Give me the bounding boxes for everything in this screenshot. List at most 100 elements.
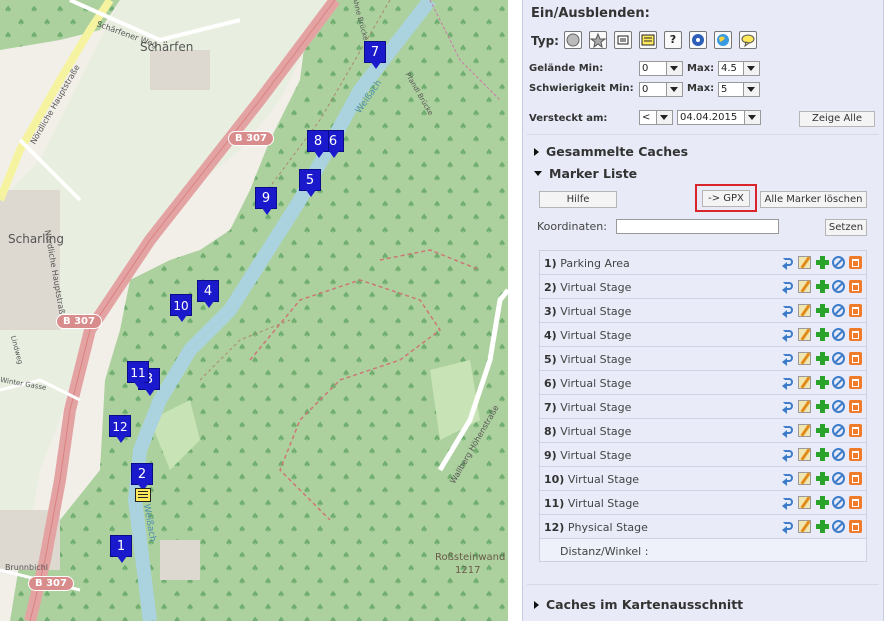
goto-icon[interactable] [782, 376, 795, 390]
delete-all-markers-button[interactable]: Alle Marker löschen [760, 191, 867, 208]
edit-icon[interactable] [798, 424, 811, 437]
edit-icon[interactable] [798, 304, 811, 317]
delete-icon[interactable] [849, 352, 862, 365]
virtual-cache-icon[interactable] [589, 31, 607, 49]
map-marker-2[interactable]: 2 [131, 463, 153, 491]
hidden-date-select[interactable]: 04.04.2015 [677, 110, 761, 125]
delete-icon[interactable] [849, 304, 862, 317]
hide-icon[interactable] [832, 400, 845, 413]
coordinates-input[interactable] [616, 219, 779, 234]
edit-icon[interactable] [798, 328, 811, 341]
goto-icon[interactable] [782, 472, 795, 486]
edit-icon[interactable] [798, 376, 811, 389]
delete-icon[interactable] [849, 472, 862, 485]
edit-icon[interactable] [798, 352, 811, 365]
event-cache-icon[interactable] [739, 31, 757, 49]
delete-icon[interactable] [849, 496, 862, 509]
edit-icon[interactable] [798, 520, 811, 533]
add-icon[interactable] [816, 280, 829, 293]
traditional-cache-icon[interactable] [564, 31, 582, 49]
add-icon[interactable] [816, 256, 829, 269]
add-icon[interactable] [816, 352, 829, 365]
delete-icon[interactable] [849, 376, 862, 389]
goto-icon[interactable] [782, 496, 795, 510]
add-icon[interactable] [816, 328, 829, 341]
difficulty-max-select[interactable]: 5 [718, 82, 760, 97]
goto-icon[interactable] [782, 280, 795, 294]
marker-list-toggle[interactable]: Marker Liste [534, 166, 637, 181]
letterbox-cache-icon[interactable] [639, 31, 657, 49]
map-marker-8[interactable]: 8 [307, 130, 329, 158]
webcam-cache-icon[interactable] [689, 31, 707, 49]
edit-icon[interactable] [798, 280, 811, 293]
map-marker-7[interactable]: 7 [364, 41, 386, 69]
map-marker-12[interactable]: 12 [109, 415, 131, 443]
delete-icon[interactable] [849, 280, 862, 293]
goto-icon[interactable] [782, 424, 795, 438]
hide-icon[interactable] [832, 448, 845, 461]
terrain-min-select[interactable]: 0 [639, 61, 683, 76]
list-item-label: 8) Virtual Stage [544, 425, 631, 438]
add-icon[interactable] [816, 376, 829, 389]
mystery-cache-icon[interactable]: ? [664, 31, 682, 49]
goto-icon[interactable] [782, 304, 795, 318]
terrain-max-select[interactable]: 4.5 [718, 61, 760, 76]
goto-icon[interactable] [782, 352, 795, 366]
show-all-button[interactable]: Zeige Alle [799, 111, 875, 127]
hide-icon[interactable] [832, 304, 845, 317]
multi-cache-icon[interactable] [614, 31, 632, 49]
add-icon[interactable] [816, 304, 829, 317]
difficulty-min-select[interactable]: 0 [639, 82, 683, 97]
hide-icon[interactable] [832, 472, 845, 485]
map-marker-4[interactable]: 4 [197, 280, 219, 308]
collected-caches-toggle[interactable]: Gesammelte Caches [534, 144, 688, 159]
earth-cache-icon[interactable] [714, 31, 732, 49]
add-icon[interactable] [816, 400, 829, 413]
map-marker-9[interactable]: 9 [255, 187, 277, 215]
letterbox-cache-icon[interactable] [135, 488, 151, 502]
caches-in-view-label: Caches im Kartenausschnitt [546, 597, 744, 612]
delete-icon[interactable] [849, 400, 862, 413]
add-icon[interactable] [816, 448, 829, 461]
hide-icon[interactable] [832, 520, 845, 533]
edit-icon[interactable] [798, 400, 811, 413]
hide-icon[interactable] [832, 328, 845, 341]
goto-icon[interactable] [782, 256, 795, 270]
list-item-number: 4) [544, 329, 557, 342]
hide-icon[interactable] [832, 496, 845, 509]
edit-icon[interactable] [798, 472, 811, 485]
add-icon[interactable] [816, 424, 829, 437]
goto-icon[interactable] [782, 328, 795, 342]
goto-icon[interactable] [782, 520, 795, 534]
list-item-name: Virtual Stage [567, 473, 640, 486]
caches-in-view-toggle[interactable]: Caches im Kartenausschnitt [534, 597, 743, 612]
delete-icon[interactable] [849, 448, 862, 461]
chevron-right-icon [534, 601, 539, 609]
add-icon[interactable] [816, 472, 829, 485]
delete-icon[interactable] [849, 424, 862, 437]
add-icon[interactable] [816, 520, 829, 533]
edit-icon[interactable] [798, 256, 811, 269]
help-button[interactable]: Hilfe [539, 191, 617, 208]
map-marker-5[interactable]: 5 [299, 169, 321, 197]
map-view[interactable]: ♠ ♠ [0, 0, 508, 621]
hide-icon[interactable] [832, 352, 845, 365]
goto-icon[interactable] [782, 448, 795, 462]
delete-icon[interactable] [849, 256, 862, 269]
edit-icon[interactable] [798, 448, 811, 461]
hidden-operator-select[interactable]: < [639, 110, 673, 125]
hide-icon[interactable] [832, 376, 845, 389]
map-marker-1[interactable]: 1 [110, 535, 132, 563]
delete-icon[interactable] [849, 328, 862, 341]
delete-icon[interactable] [849, 520, 862, 533]
goto-icon[interactable] [782, 400, 795, 414]
set-coordinates-button[interactable]: Setzen [825, 219, 867, 236]
hide-icon[interactable] [832, 424, 845, 437]
map-marker-11[interactable]: 11 [127, 361, 149, 389]
export-gpx-button[interactable]: -> GPX [702, 190, 750, 207]
edit-icon[interactable] [798, 496, 811, 509]
add-icon[interactable] [816, 496, 829, 509]
hide-icon[interactable] [832, 280, 845, 293]
hide-icon[interactable] [832, 256, 845, 269]
map-marker-10[interactable]: 10 [170, 294, 192, 322]
